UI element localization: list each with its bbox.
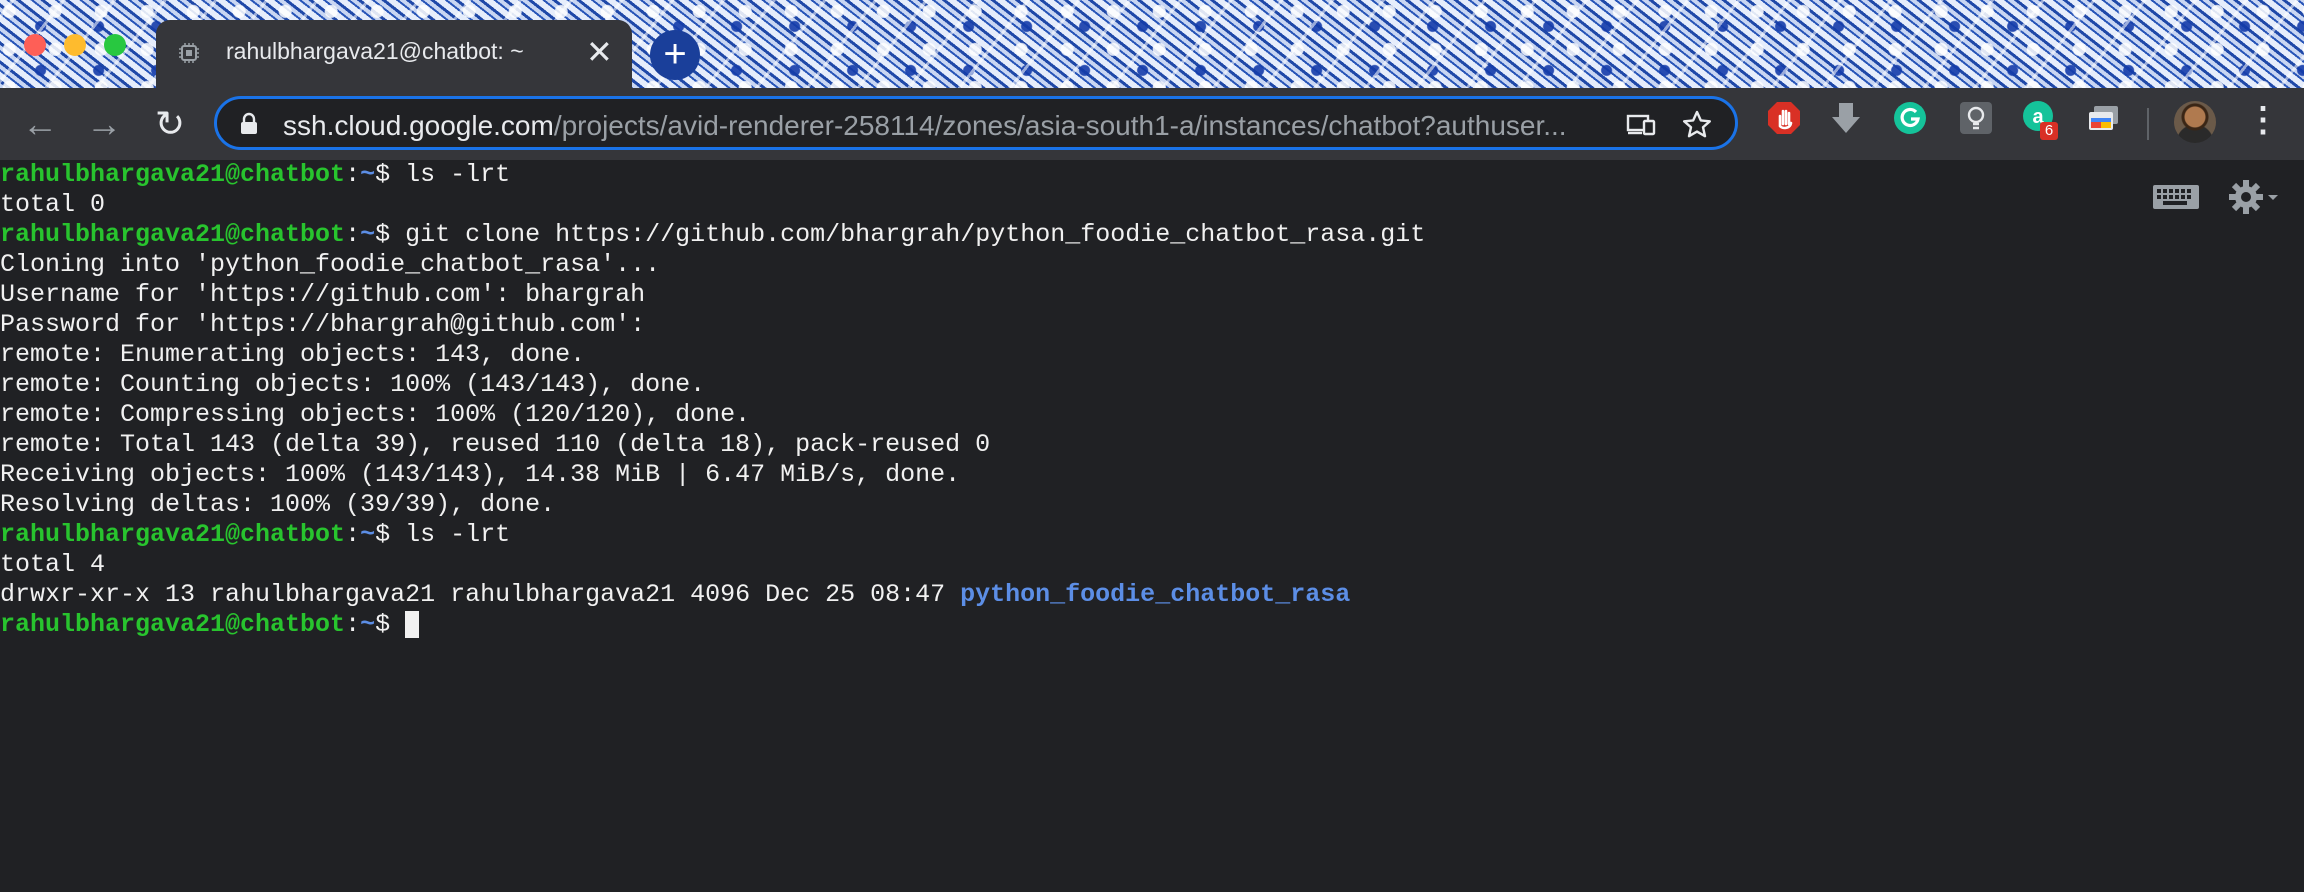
- terminal-line: rahulbhargava21@chatbot:~$: [0, 610, 1425, 640]
- output-text: Resolving deltas: 100% (39/39), done.: [0, 490, 556, 519]
- url-host: ssh.cloud.google.com: [283, 110, 554, 141]
- window-cards-icon[interactable]: [2086, 100, 2122, 136]
- terminal-area[interactable]: rahulbhargava21@chatbot:~$ ls -lrt total …: [0, 160, 2304, 892]
- output-text: remote: Total 143 (delta 39), reused 110…: [0, 430, 991, 459]
- prompt-user: rahulbhargava21@chatbot: [0, 610, 346, 639]
- address-bar[interactable]: ssh.cloud.google.com/projects/avid-rende…: [214, 96, 1738, 150]
- output-text: remote: Compressing objects: 100% (120/1…: [0, 400, 751, 429]
- toolbar-separator: [2147, 108, 2149, 140]
- prompt-separator: :: [345, 610, 361, 639]
- command-text: ls -lrt: [390, 520, 511, 549]
- output-text: Password for 'https://bhargrah@github.co…: [0, 310, 646, 339]
- download-arrow-icon[interactable]: [1828, 100, 1864, 136]
- chip-icon: [179, 43, 199, 63]
- adblock-icon[interactable]: [1766, 100, 1802, 136]
- terminal-output: rahulbhargava21@chatbot:~$ ls -lrt total …: [0, 160, 1425, 640]
- tab-close-icon[interactable]: ✕: [586, 32, 613, 72]
- settings-gear-icon[interactable]: [2226, 176, 2280, 218]
- output-text: drwxr-xr-x 13 rahulbhargava21 rahulbharg…: [0, 580, 961, 609]
- prompt-symbol: $: [375, 520, 391, 549]
- window-minimize-button[interactable]: [64, 34, 86, 56]
- lightbulb-icon[interactable]: [1958, 100, 1994, 136]
- prompt-user: rahulbhargava21@chatbot: [0, 520, 346, 549]
- profile-avatar[interactable]: [2174, 101, 2216, 143]
- notification-badge: 6: [2040, 122, 2058, 140]
- terminal-line: remote: Total 143 (delta 39), reused 110…: [0, 430, 1425, 460]
- prompt-separator: :: [345, 520, 361, 549]
- output-text: Receiving objects: 100% (143/143), 14.38…: [0, 460, 961, 489]
- output-text: Cloning into 'python_foodie_chatbot_rasa…: [0, 250, 661, 279]
- output-text: total 0: [0, 190, 106, 219]
- terminal-line: rahulbhargava21@chatbot:~$ ls -lrt: [0, 520, 1425, 550]
- url-path: /projects/avid-renderer-258114/zones/asi…: [553, 110, 1567, 141]
- prompt-path: ~: [360, 520, 376, 549]
- prompt-user: rahulbhargava21@chatbot: [0, 160, 346, 189]
- reload-button[interactable]: ↻: [148, 102, 192, 146]
- output-text: remote: Enumerating objects: 143, done.: [0, 340, 586, 369]
- terminal-line: drwxr-xr-x 13 rahulbhargava21 rahulbharg…: [0, 580, 1425, 610]
- extension-with-badge[interactable]: a 6: [2022, 100, 2058, 140]
- prompt-path: ~: [360, 160, 376, 189]
- prompt-symbol: $: [375, 160, 391, 189]
- prompt-path: ~: [360, 220, 376, 249]
- terminal-line: remote: Compressing objects: 100% (120/1…: [0, 400, 1425, 430]
- terminal-line: remote: Enumerating objects: 143, done.: [0, 340, 1425, 370]
- cast-icon[interactable]: [1625, 109, 1657, 141]
- url-text[interactable]: ssh.cloud.google.com/projects/avid-rende…: [283, 110, 1623, 142]
- tab-active[interactable]: rahulbhargava21@chatbot: ~ ✕: [156, 20, 632, 88]
- prompt-symbol: $: [375, 610, 391, 639]
- terminal-line: Password for 'https://bhargrah@github.co…: [0, 310, 1425, 340]
- command-text: git clone https://github.com/bhargrah/py…: [390, 220, 1426, 249]
- terminal-line: Receiving objects: 100% (143/143), 14.38…: [0, 460, 1425, 490]
- prompt-user: rahulbhargava21@chatbot: [0, 220, 346, 249]
- lock-icon: [241, 112, 257, 134]
- tab-title: rahulbhargava21@chatbot: ~: [226, 38, 524, 64]
- terminal-line: rahulbhargava21@chatbot:~$ ls -lrt: [0, 160, 1425, 190]
- directory-name: python_foodie_chatbot_rasa: [960, 580, 1351, 609]
- output-text: total 4: [0, 550, 106, 579]
- new-tab-button[interactable]: +: [650, 30, 700, 80]
- window-zoom-button[interactable]: [104, 34, 126, 56]
- back-button[interactable]: ←: [18, 102, 62, 146]
- terminal-line: Cloning into 'python_foodie_chatbot_rasa…: [0, 250, 1425, 280]
- terminal-line: total 4: [0, 550, 1425, 580]
- terminal-line: Resolving deltas: 100% (39/39), done.: [0, 490, 1425, 520]
- grammarly-icon[interactable]: [1892, 100, 1928, 136]
- bookmark-star-icon[interactable]: [1681, 109, 1713, 141]
- terminal-cursor: [405, 610, 420, 638]
- terminal-line: total 0: [0, 190, 1425, 220]
- prompt-separator: :: [345, 160, 361, 189]
- prompt-path: ~: [360, 610, 376, 639]
- output-text: Username for 'https://github.com': bharg…: [0, 280, 646, 309]
- window-close-button[interactable]: [24, 34, 46, 56]
- more-menu-icon[interactable]: ⋮: [2246, 100, 2280, 144]
- prompt-symbol: $: [375, 220, 391, 249]
- keyboard-icon[interactable]: [2152, 182, 2200, 212]
- terminal-line: remote: Counting objects: 100% (143/143)…: [0, 370, 1425, 400]
- forward-button[interactable]: →: [82, 102, 126, 146]
- terminal-line: Username for 'https://github.com': bharg…: [0, 280, 1425, 310]
- output-text: remote: Counting objects: 100% (143/143)…: [0, 370, 706, 399]
- prompt-separator: :: [345, 220, 361, 249]
- terminal-line: rahulbhargava21@chatbot:~$ git clone htt…: [0, 220, 1425, 250]
- command-text: ls -lrt: [390, 160, 511, 189]
